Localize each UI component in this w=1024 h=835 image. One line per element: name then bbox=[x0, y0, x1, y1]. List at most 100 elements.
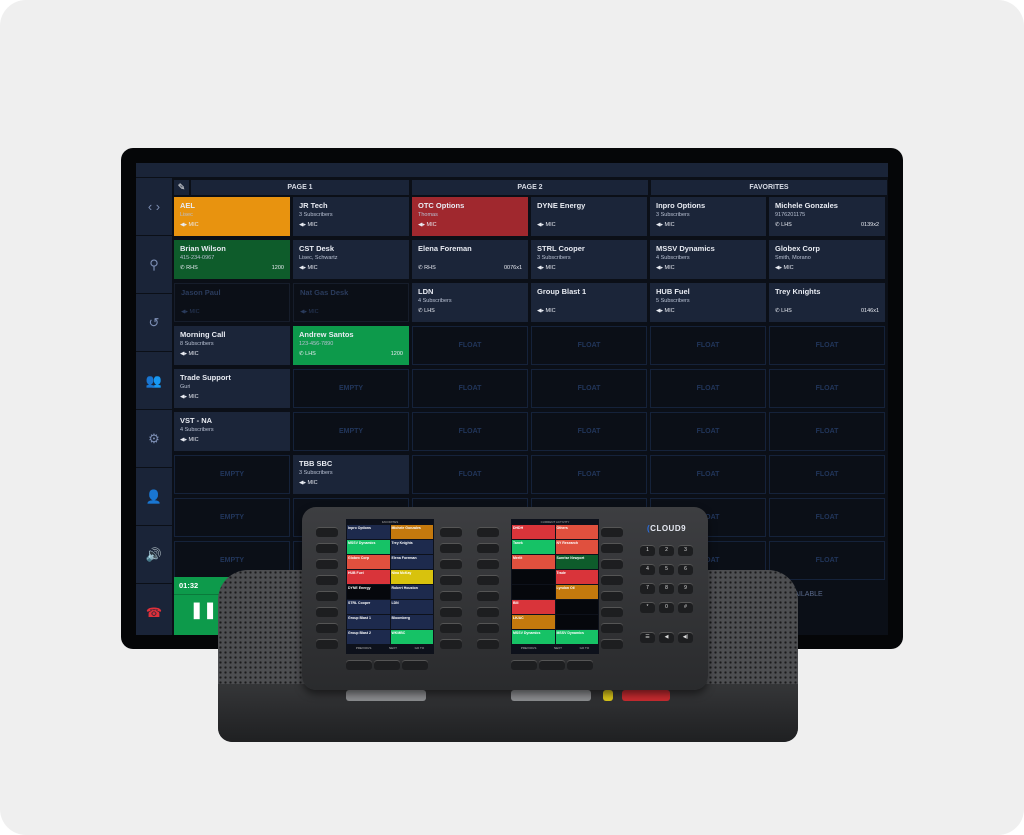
dialpad-key[interactable]: * bbox=[640, 602, 655, 613]
lcd-cell[interactable]: WKMBC bbox=[390, 630, 433, 644]
speed-dial-tile[interactable]: Morning Call 8 Subscribers ◀▸ MIC bbox=[174, 326, 290, 365]
line-key[interactable] bbox=[440, 559, 462, 569]
float-slot[interactable]: FLOAT bbox=[531, 412, 647, 451]
empty-slot[interactable]: EMPTY bbox=[174, 455, 290, 494]
dialpad-key[interactable]: 4 bbox=[640, 564, 655, 575]
speed-dial-tile[interactable]: Andrew Santos 123-456-7890 ✆ LHS 1200 bbox=[293, 326, 409, 365]
lcd-cell[interactable]: Group Blast 1 bbox=[347, 615, 390, 629]
speed-dial-tile[interactable]: Michele Gonzales 9176201175 ✆ LHS 0139x2 bbox=[769, 197, 885, 236]
float-slot[interactable]: FLOAT bbox=[531, 369, 647, 408]
lcd-cell[interactable]: Tanek bbox=[512, 540, 555, 554]
softkey-label[interactable]: NEXT bbox=[554, 646, 562, 650]
float-slot[interactable]: FLOAT bbox=[769, 369, 885, 408]
speed-dial-tile[interactable]: VST - NA 4 Subscribers ◀▸ MIC bbox=[174, 412, 290, 451]
lcd-cell[interactable]: Globex Corp bbox=[347, 555, 390, 569]
line-key[interactable] bbox=[477, 591, 499, 601]
line-key[interactable] bbox=[440, 543, 462, 553]
header-page-2[interactable]: PAGE 2 bbox=[412, 180, 648, 195]
line-key[interactable] bbox=[440, 575, 462, 585]
call-control-buttons[interactable] bbox=[511, 690, 591, 701]
speed-dial-tile[interactable]: AEL Lisec ◀▸ MIC bbox=[174, 197, 290, 236]
float-slot[interactable]: FLOAT bbox=[412, 326, 528, 365]
lcd-cell[interactable]: MSSV Dynamics bbox=[555, 630, 598, 644]
empty-slot[interactable]: EMPTY bbox=[293, 369, 409, 408]
speed-dial-tile[interactable]: DYNE Energy ◀▸ MIC bbox=[531, 197, 647, 236]
line-key[interactable] bbox=[601, 623, 623, 633]
speed-dial-tile[interactable]: STRL Cooper 3 Subscribers ◀▸ MIC bbox=[531, 240, 647, 279]
softkey-label[interactable]: PREVIOUS bbox=[521, 646, 537, 650]
speed-dial-tile[interactable]: CST Desk Lisec, Schwartz ◀▸ MIC bbox=[293, 240, 409, 279]
speed-dial-tile[interactable]: Trade Support Guri ◀▸ MIC bbox=[174, 369, 290, 408]
float-slot[interactable]: FLOAT bbox=[531, 455, 647, 494]
volume-up-icon[interactable]: ◀) bbox=[678, 632, 693, 643]
line-key[interactable] bbox=[601, 639, 623, 649]
hang-up-icon[interactable]: ☎ bbox=[136, 584, 172, 635]
dialpad-key[interactable]: 5 bbox=[659, 564, 674, 575]
group-icon[interactable]: 👥 bbox=[136, 352, 172, 409]
speed-dial-tile[interactable]: HUB Fuel 5 Subscribers ◀▸ MIC bbox=[650, 283, 766, 322]
edit-icon[interactable]: ✎ bbox=[174, 180, 189, 195]
lcd-cell[interactable]: Trade bbox=[555, 570, 598, 584]
lcd-cell[interactable]: NY Research bbox=[555, 540, 598, 554]
speed-dial-tile[interactable]: Brian Wilson 415-234-0967 ✆ RHS 1200 bbox=[174, 240, 290, 279]
header-page-1[interactable]: PAGE 1 bbox=[191, 180, 409, 195]
line-key[interactable] bbox=[477, 527, 499, 537]
line-key[interactable] bbox=[477, 607, 499, 617]
lcd-cell[interactable]: Sunrise Newport bbox=[555, 555, 598, 569]
speed-dial-tile[interactable]: Globex Corp Smith, Morano ◀▸ MIC bbox=[769, 240, 885, 279]
dialpad-key[interactable]: # bbox=[678, 602, 693, 613]
line-key[interactable] bbox=[477, 559, 499, 569]
lcd-cell[interactable]: Group Blast 2 bbox=[347, 630, 390, 644]
lcd-cell[interactable]: Robert Houston bbox=[390, 585, 433, 599]
line-key[interactable] bbox=[316, 543, 338, 553]
gear-icon[interactable]: ⚙ bbox=[136, 410, 172, 467]
softkey-label[interactable]: NEXT bbox=[389, 646, 397, 650]
float-slot[interactable]: FLOAT bbox=[650, 412, 766, 451]
softkey-label[interactable]: PREVIOUS bbox=[356, 646, 372, 650]
softkey[interactable] bbox=[567, 660, 593, 670]
search-icon[interactable]: ⚲ bbox=[136, 236, 172, 293]
float-slot[interactable]: FLOAT bbox=[769, 498, 885, 537]
speed-dial-tile[interactable]: Trey Knights ✆ LHS 0146x1 bbox=[769, 283, 885, 322]
line-key[interactable] bbox=[316, 639, 338, 649]
lcd-cell[interactable]: Bill bbox=[512, 600, 555, 614]
float-slot[interactable]: FLOAT bbox=[412, 455, 528, 494]
line-key[interactable] bbox=[440, 639, 462, 649]
speed-dial-tile[interactable]: Nat Gas Desk ◀▸ MIC bbox=[293, 283, 409, 322]
dialpad-key[interactable]: 2 bbox=[659, 545, 674, 556]
line-key[interactable] bbox=[316, 623, 338, 633]
float-slot[interactable]: FLOAT bbox=[531, 326, 647, 365]
lcd-cell[interactable]: LK/AC bbox=[512, 615, 555, 629]
softkey[interactable] bbox=[402, 660, 428, 670]
line-key[interactable] bbox=[440, 607, 462, 617]
lcd-cell[interactable]: Bloomberg bbox=[390, 615, 433, 629]
lcd-cell[interactable]: Elena Foreman bbox=[390, 555, 433, 569]
line-key[interactable] bbox=[601, 543, 623, 553]
dialpad-key[interactable]: 0 bbox=[659, 602, 674, 613]
lcd-cell[interactable] bbox=[512, 570, 555, 584]
lcd-cell[interactable]: Trey Knights bbox=[390, 540, 433, 554]
softkey[interactable] bbox=[346, 660, 372, 670]
header-favorites[interactable]: FAVORITES bbox=[651, 180, 887, 195]
lcd-cell[interactable] bbox=[555, 600, 598, 614]
speed-dial-tile[interactable]: OTC Options Thomas ◀▸ MIC bbox=[412, 197, 528, 236]
lcd-cell[interactable]: LDN bbox=[390, 600, 433, 614]
speed-dial-tile[interactable]: Jason Paul ◀▸ MIC bbox=[174, 283, 290, 322]
code-brackets-icon[interactable]: ‹ › bbox=[136, 178, 172, 235]
lcd-cell[interactable]: DHDH bbox=[512, 525, 555, 539]
lcd-cell[interactable]: Lyndon Oil bbox=[555, 585, 598, 599]
dialpad-key[interactable]: 7 bbox=[640, 583, 655, 594]
float-slot[interactable]: FLOAT bbox=[769, 455, 885, 494]
line-key[interactable] bbox=[601, 591, 623, 601]
dialpad-key[interactable]: 1 bbox=[640, 545, 655, 556]
lcd-cell[interactable]: STRL Cooper bbox=[347, 600, 390, 614]
dialpad-key[interactable]: 6 bbox=[678, 564, 693, 575]
lcd-cell[interactable] bbox=[512, 585, 555, 599]
lcd-cell[interactable] bbox=[555, 615, 598, 629]
release-button[interactable] bbox=[622, 690, 670, 701]
speed-dial-tile[interactable]: LDN 4 Subscribers ✆ LHS bbox=[412, 283, 528, 322]
empty-slot[interactable]: EMPTY bbox=[293, 412, 409, 451]
float-slot[interactable]: FLOAT bbox=[412, 412, 528, 451]
line-key[interactable] bbox=[316, 559, 338, 569]
line-key[interactable] bbox=[601, 575, 623, 585]
